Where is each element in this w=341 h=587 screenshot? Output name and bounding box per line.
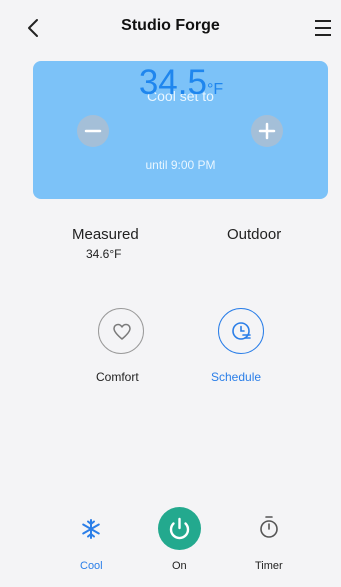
schedule-clock-icon xyxy=(232,322,251,340)
measured-value: 34.6°F xyxy=(86,247,122,261)
comfort-button[interactable] xyxy=(98,308,144,354)
power-button[interactable] xyxy=(158,507,201,550)
measured-label: Measured xyxy=(72,226,139,243)
heart-icon xyxy=(113,323,131,340)
menu-button[interactable] xyxy=(311,18,335,38)
minus-icon xyxy=(84,129,102,133)
snowflake-icon xyxy=(82,519,100,539)
hamburger-menu-icon xyxy=(315,20,331,36)
plus-icon xyxy=(258,122,276,140)
timer-label: Timer xyxy=(255,560,283,572)
setpoint-unit: °F xyxy=(206,81,224,98)
increase-temp-button[interactable] xyxy=(251,115,283,147)
comfort-label: Comfort xyxy=(96,370,139,384)
setpoint-card: Cool set to 34.5°F until 9:00 PM xyxy=(33,61,328,199)
until-time: until 9:00 PM xyxy=(145,158,216,172)
on-label: On xyxy=(172,560,187,572)
stopwatch-icon xyxy=(260,516,278,538)
decrease-temp-button[interactable] xyxy=(77,115,109,147)
outdoor-label: Outdoor xyxy=(227,226,282,243)
schedule-label: Schedule xyxy=(211,370,262,384)
setpoint-number: 34.5 xyxy=(138,63,207,102)
setpoint-value: 34.5°F xyxy=(133,61,229,111)
power-icon xyxy=(169,517,190,540)
schedule-button[interactable] xyxy=(218,308,264,354)
page-title: Studio Forge xyxy=(121,17,220,34)
cool-label: Cool xyxy=(80,560,103,572)
header: Studio Forge xyxy=(0,0,341,56)
